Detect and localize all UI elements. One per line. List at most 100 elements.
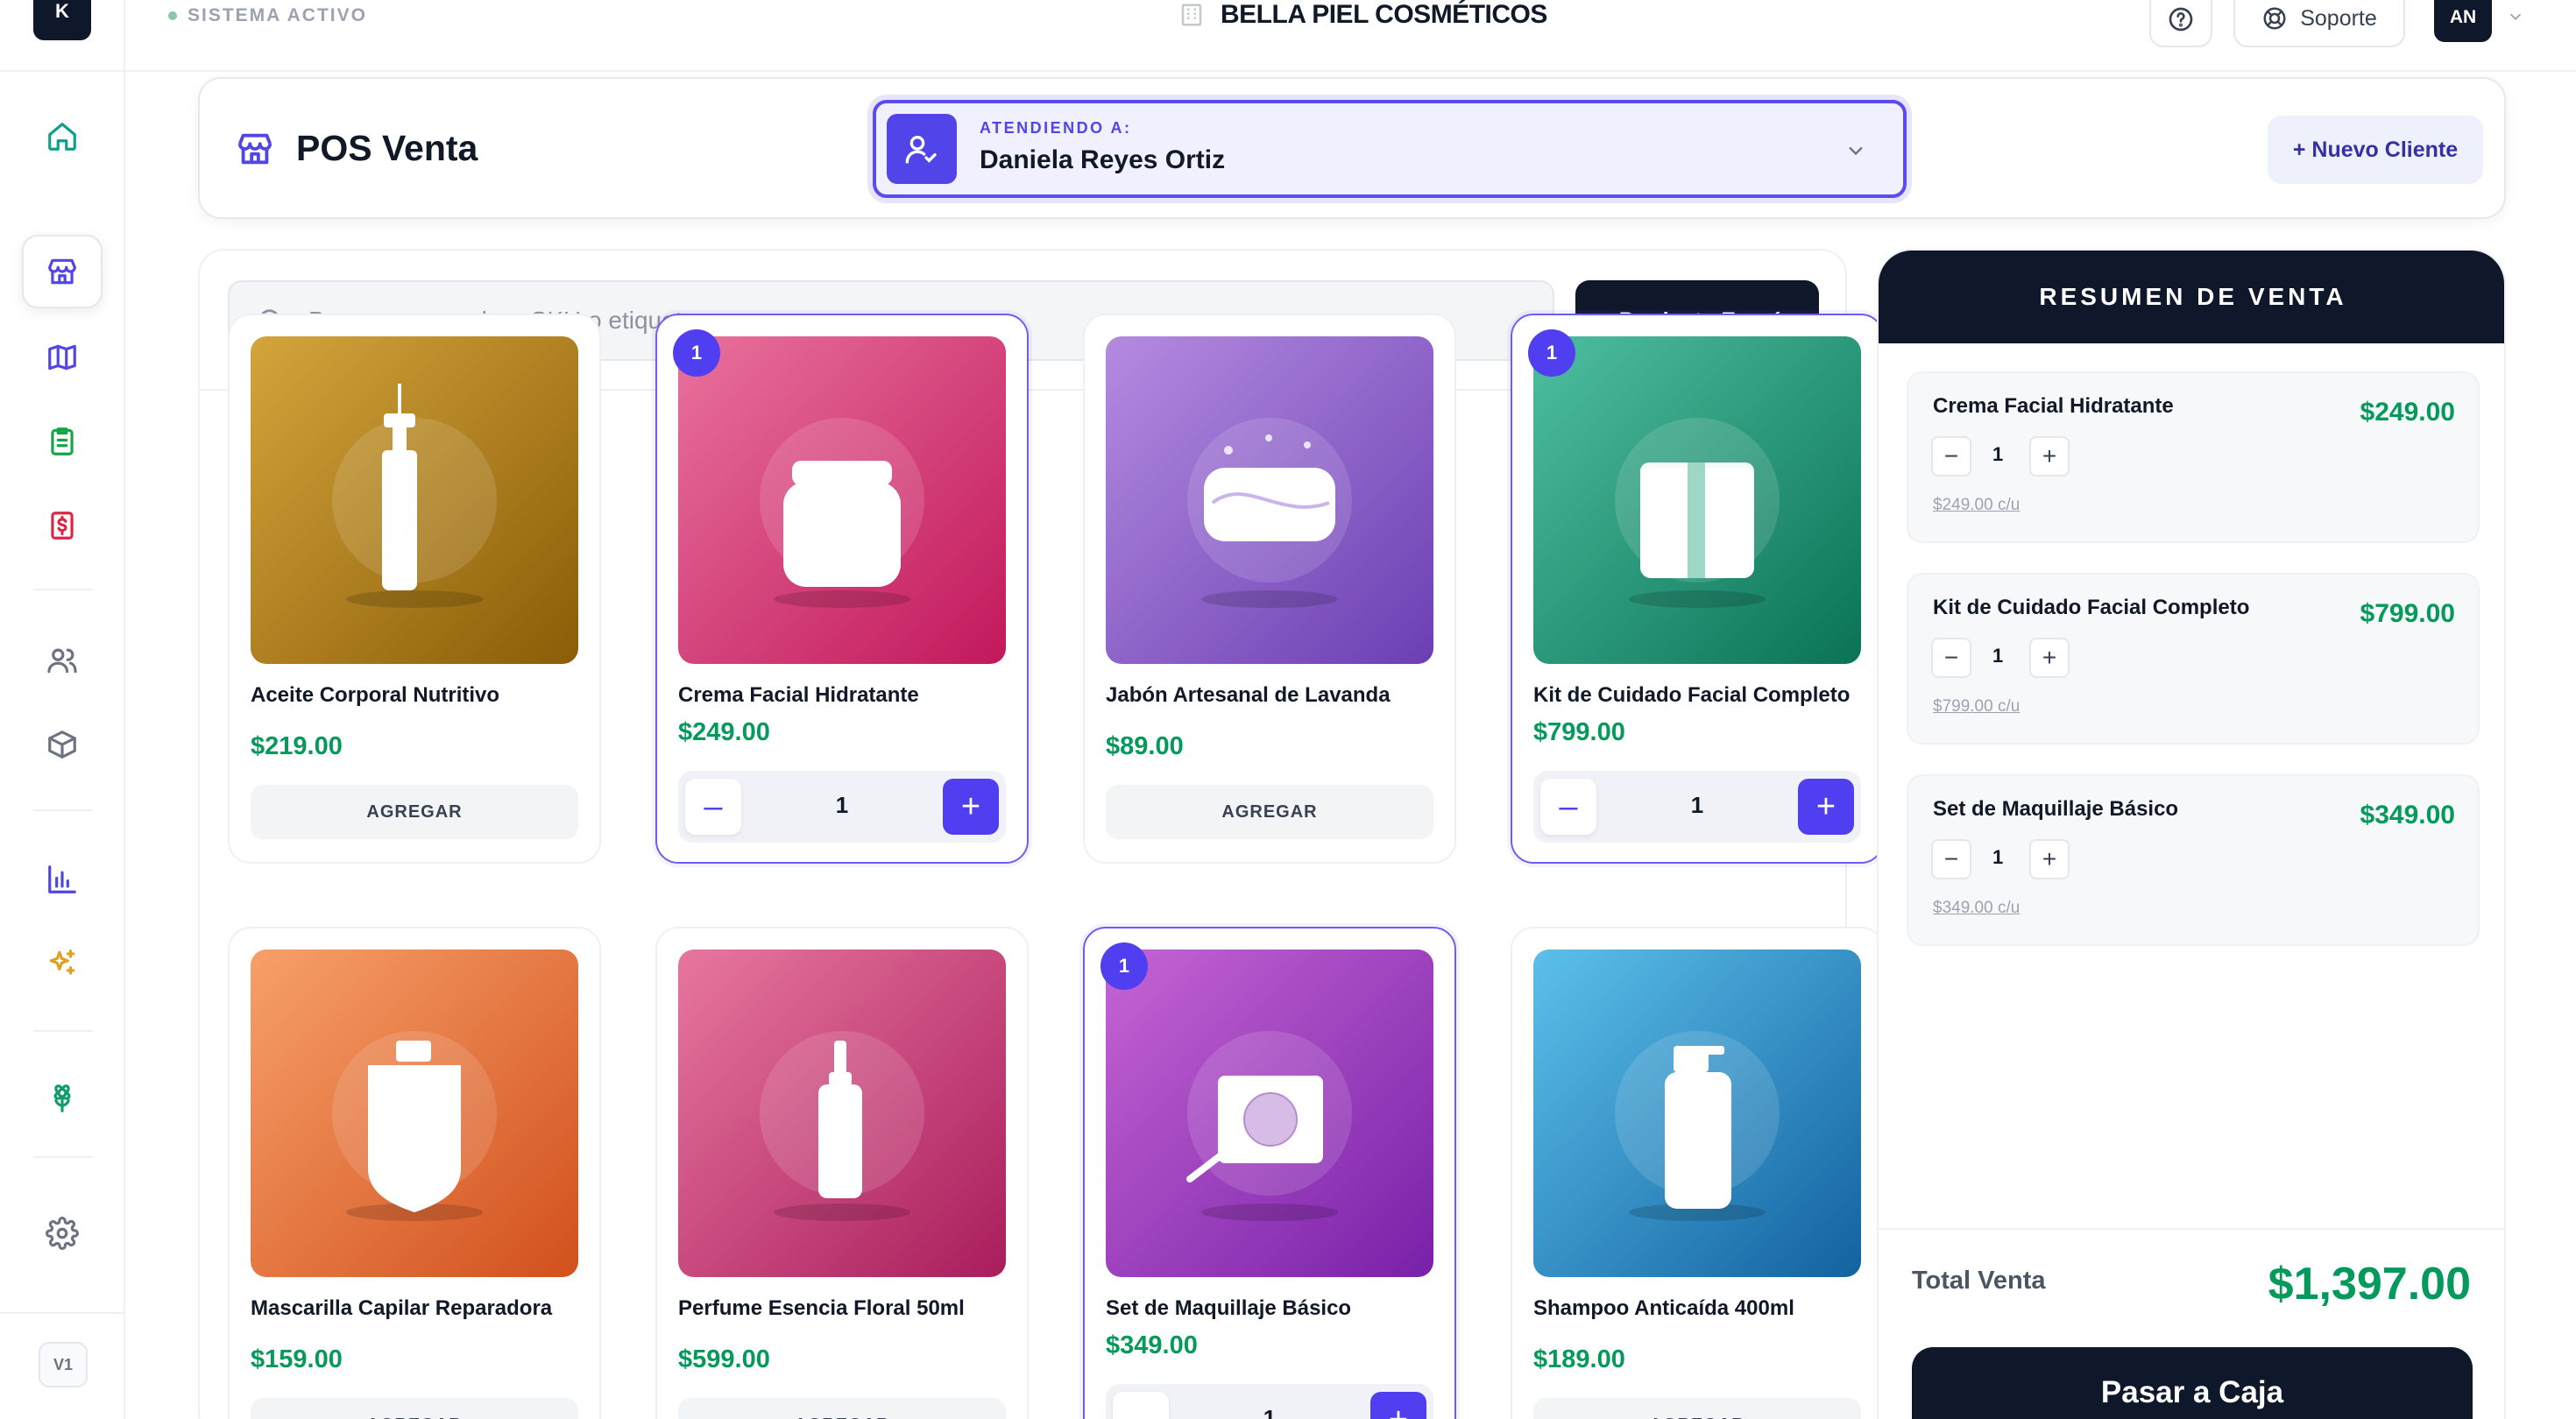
invoice-icon [51, 512, 74, 540]
product-name: Jabón Artesanal de Lavanda [1106, 683, 1391, 707]
product-card[interactable]: Aceite Corporal Nutritivo $219.00 AGREGAR [228, 314, 601, 864]
box-icon [48, 731, 76, 759]
makeup-compact-icon [1106, 950, 1433, 1277]
line-item-unit-price: $249.00 c/u [1933, 496, 2020, 514]
line-item-price: $349.00 [2360, 801, 2455, 830]
increment-button[interactable]: + [1370, 1392, 1426, 1419]
chevron-down-icon[interactable] [2506, 7, 2525, 26]
increment-button[interactable]: + [2029, 638, 2070, 678]
product-name: Mascarilla Capilar Reparadora [251, 1296, 553, 1320]
status-text: SISTEMA ACTIVO [188, 5, 367, 25]
shampoo-bottle-icon [1533, 950, 1861, 1277]
sidebar-item-orders[interactable] [22, 405, 103, 478]
add-button[interactable]: AGREGAR [251, 785, 578, 839]
sidebar-item-pos[interactable] [22, 235, 103, 308]
line-item-qty: 1 [1992, 846, 2004, 868]
brand-name: BELLA PIEL COSMÉTICOS [1221, 0, 1547, 29]
product-price: $219.00 [251, 732, 343, 760]
sidebar-divider [0, 70, 125, 72]
product-price: $599.00 [678, 1345, 770, 1373]
home-icon [48, 123, 76, 151]
increment-button[interactable]: + [1798, 779, 1854, 835]
client-icon-box [887, 114, 957, 184]
app-logo[interactable]: K [33, 0, 91, 40]
product-name: Crema Facial Hidratante [678, 683, 919, 707]
sidebar-divider [33, 809, 93, 811]
product-price: $89.00 [1106, 732, 1184, 760]
building-icon [1181, 4, 1202, 26]
product-card[interactable]: Perfume Esencia Floral 50ml $599.00 AGREGA… [655, 927, 1029, 1419]
product-price: $349.00 [1106, 1331, 1198, 1359]
quantity-stepper: –1+ [1106, 1384, 1433, 1419]
product-image [678, 950, 1006, 1277]
increment-button[interactable]: + [2029, 839, 2070, 879]
flower-icon [53, 1084, 71, 1112]
header-divider [125, 70, 2576, 72]
checkout-button[interactable]: Pasar a Caja [1912, 1347, 2473, 1419]
product-name: Set de Maquillaje Básico [1106, 1296, 1352, 1320]
decrement-button[interactable]: − [1931, 436, 1971, 477]
client-select[interactable]: ATENDIENDO A: Daniela Reyes Ortiz [873, 100, 1907, 198]
line-item-price: $249.00 [2360, 398, 2455, 427]
sidebar-item-settings[interactable] [22, 1197, 103, 1270]
product-card[interactable]: 1 Set de Maquillaje Básico $349.00 –1+ [1083, 927, 1456, 1419]
sidebar-item-billing[interactable] [22, 489, 103, 562]
increment-button[interactable]: + [2029, 436, 2070, 477]
sidebar-item-inventory[interactable] [22, 708, 103, 781]
decrement-button[interactable]: − [1931, 839, 1971, 879]
hair-mask-icon [251, 950, 578, 1277]
product-card[interactable]: 1 Crema Facial Hidratante $249.00 –1 + [655, 314, 1029, 864]
total-value: $1,397.00 [2268, 1259, 2471, 1310]
page-title-text: POS Venta [296, 128, 478, 168]
sidebar-item-map[interactable] [22, 321, 103, 394]
product-image [251, 336, 578, 664]
summary-line-item: Crema Facial Hidratante $249.00 −1 + $249.00… [1907, 371, 2480, 543]
help-button[interactable] [2149, 0, 2212, 47]
sidebar-divider [33, 1156, 93, 1158]
app-root: K V1 SISTEMA ACTIVO BELLA PIEL COSMÉTICO… [0, 0, 2576, 1419]
sidebar-item-nature[interactable] [22, 1062, 103, 1135]
sidebar-item-home[interactable] [22, 100, 103, 173]
page-title: POS Venta [235, 128, 478, 169]
sidebar-item-reports[interactable] [22, 843, 103, 916]
gear-icon [46, 1217, 79, 1250]
product-price: $189.00 [1533, 1345, 1625, 1373]
products-panel: + Producto Exprés Aceite Corporal Nutrit… [198, 249, 1884, 1419]
summary-divider [1879, 1228, 2504, 1230]
user-check-icon [905, 136, 937, 164]
product-image [1106, 336, 1433, 664]
quantity-badge: 1 [1528, 329, 1575, 377]
product-card[interactable]: 1 Kit de Cuidado Facial Completo $799.00 –1… [1511, 314, 1884, 864]
product-name: Aceite Corporal Nutritivo [251, 683, 500, 707]
line-item-qty: 1 [1992, 645, 2004, 667]
quantity-stepper: –1+ [1533, 771, 1861, 843]
product-image [251, 950, 578, 1277]
new-client-button[interactable]: + Nuevo Cliente [2268, 116, 2483, 184]
sidebar-item-ai[interactable] [22, 927, 103, 1000]
chevron-down-icon [1849, 146, 1863, 156]
product-image [1533, 336, 1861, 664]
decrement-button[interactable]: − [1931, 638, 1971, 678]
line-item-unit-price: $349.00 c/u [1933, 899, 2020, 917]
sale-summary: RESUMEN DE VENTA Crema Facial Hidratante… [1877, 249, 2506, 1419]
add-button[interactable]: AGREGAR [1533, 1398, 1861, 1419]
brand: BELLA PIEL COSMÉTICOS [1178, 0, 1547, 30]
product-card[interactable]: Mascarilla Capilar Reparadora $159.00 AGRE… [228, 927, 601, 1419]
soap-bar-icon [1106, 336, 1433, 664]
product-image [1533, 950, 1861, 1277]
add-button[interactable]: AGREGAR [251, 1398, 578, 1419]
perfume-icon [678, 950, 1006, 1277]
sidebar-item-customers[interactable] [22, 624, 103, 697]
increment-button[interactable]: + [943, 779, 999, 835]
summary-title: RESUMEN DE VENTA [1879, 251, 2504, 343]
product-card[interactable]: Jabón Artesanal de Lavanda $89.00 AGREGAR [1083, 314, 1456, 864]
user-avatar[interactable]: AN [2434, 0, 2492, 42]
support-button[interactable]: Soporte [2233, 0, 2405, 47]
add-button[interactable]: AGREGAR [1106, 785, 1433, 839]
product-card[interactable]: Shampoo Anticaída 400ml $189.00 AGREGAR [1511, 927, 1884, 1419]
store-icon [237, 133, 272, 164]
add-button[interactable]: AGREGAR [678, 1398, 1006, 1419]
product-price: $159.00 [251, 1345, 343, 1373]
product-image [678, 336, 1006, 664]
product-name: Kit de Cuidado Facial Completo [1533, 683, 1851, 707]
